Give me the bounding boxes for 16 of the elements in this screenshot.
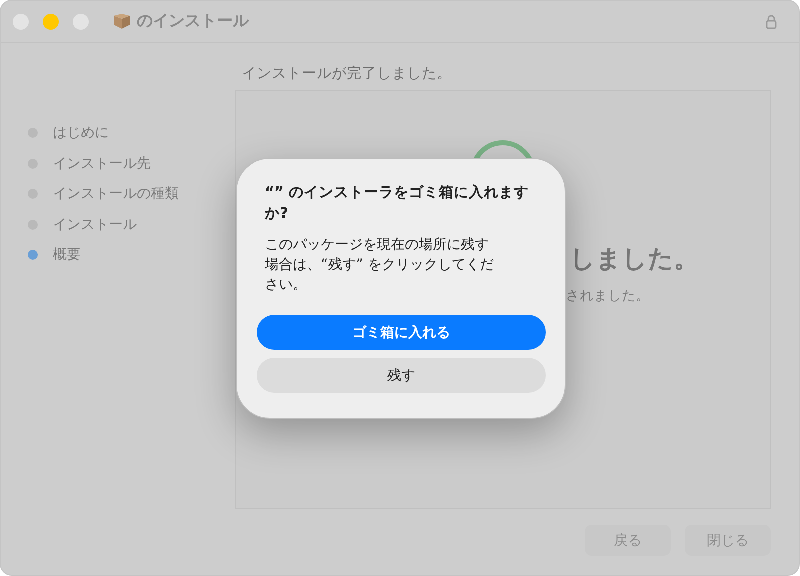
- trash-button[interactable]: ゴミ箱に入れる: [257, 315, 546, 350]
- page-heading: インストールが完了しました。: [241, 64, 453, 84]
- result-text: されました。: [566, 287, 651, 305]
- step-label: インストール: [53, 216, 137, 234]
- step-label: 概要: [53, 246, 81, 264]
- dialog-message: このパッケージを現在の場所に残す場合は、“残す” をクリックしてください。: [264, 236, 495, 295]
- step-label: はじめに: [53, 124, 109, 142]
- step-label: インストールの種類: [53, 185, 179, 204]
- window-control-icon[interactable]: [43, 14, 59, 30]
- lock-icon: [766, 14, 777, 28]
- keep-button[interactable]: 残す: [257, 358, 546, 393]
- step-label: インストール先: [53, 154, 151, 173]
- window-title: のインストール: [137, 11, 249, 32]
- dialog-title: “” のインストーラをゴミ箱に入れますか?: [264, 184, 530, 224]
- result-headline: しました。: [570, 243, 700, 275]
- package-icon: [113, 14, 131, 30]
